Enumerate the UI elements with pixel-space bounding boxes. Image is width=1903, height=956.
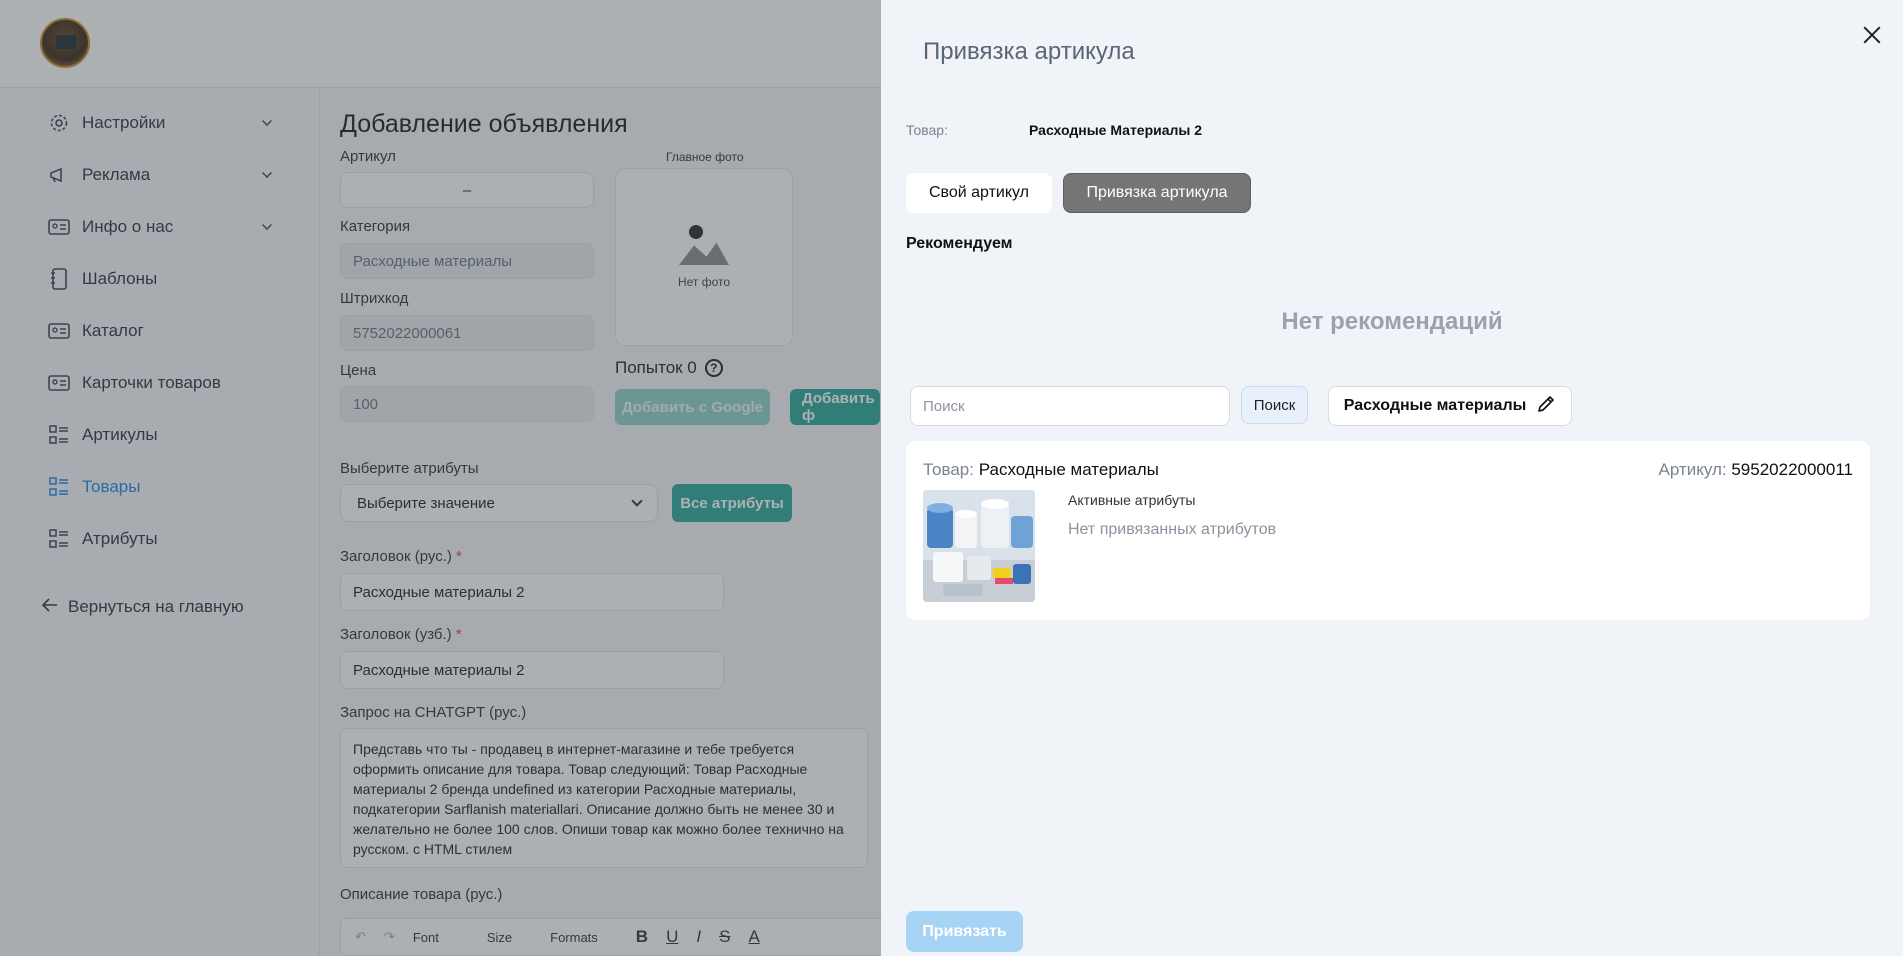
category-chip-label: Расходные материалы — [1343, 397, 1527, 414]
no-recommendations-text: Нет рекомендаций — [1281, 308, 1503, 335]
no-attributes-text: Нет привязанных атрибутов — [1068, 521, 1277, 538]
card-article-value: 5952022000011 — [1731, 460, 1853, 479]
product-image — [923, 490, 1035, 602]
active-attributes-label: Активные атрибуты — [1068, 492, 1196, 508]
modal-backdrop[interactable] — [0, 0, 881, 956]
category-filter-chip[interactable]: Расходные материалы — [1328, 386, 1572, 426]
search-button[interactable]: Поиск — [1241, 386, 1308, 424]
close-icon[interactable] — [1859, 22, 1885, 48]
bind-article-drawer: Привязка артикула Товар: Расходные Матер… — [881, 0, 1903, 956]
bind-button[interactable]: Привязать — [906, 911, 1023, 952]
card-product-value: Расходные материалы — [978, 460, 1159, 479]
recommend-title: Рекомендуем — [906, 235, 1013, 252]
card-article-key: Артикул: — [1658, 460, 1727, 479]
drawer-title: Привязка артикула — [923, 38, 1135, 65]
pencil-icon[interactable] — [1536, 394, 1556, 419]
product-value: Расходные Материалы 2 — [1029, 122, 1203, 138]
search-input[interactable] — [910, 386, 1230, 426]
card-product-key: Товар: — [923, 460, 974, 479]
article-result-card[interactable]: Товар: Расходные материалы Артикул: 5952… — [906, 441, 1870, 620]
product-label: Товар: — [906, 122, 948, 138]
tab-own-article[interactable]: Свой артикул — [906, 173, 1052, 213]
card-product: Товар: Расходные материалы — [923, 460, 1159, 480]
card-article: Артикул: 5952022000011 — [1659, 460, 1854, 480]
tab-bind-article[interactable]: Привязка артикула — [1063, 173, 1251, 213]
